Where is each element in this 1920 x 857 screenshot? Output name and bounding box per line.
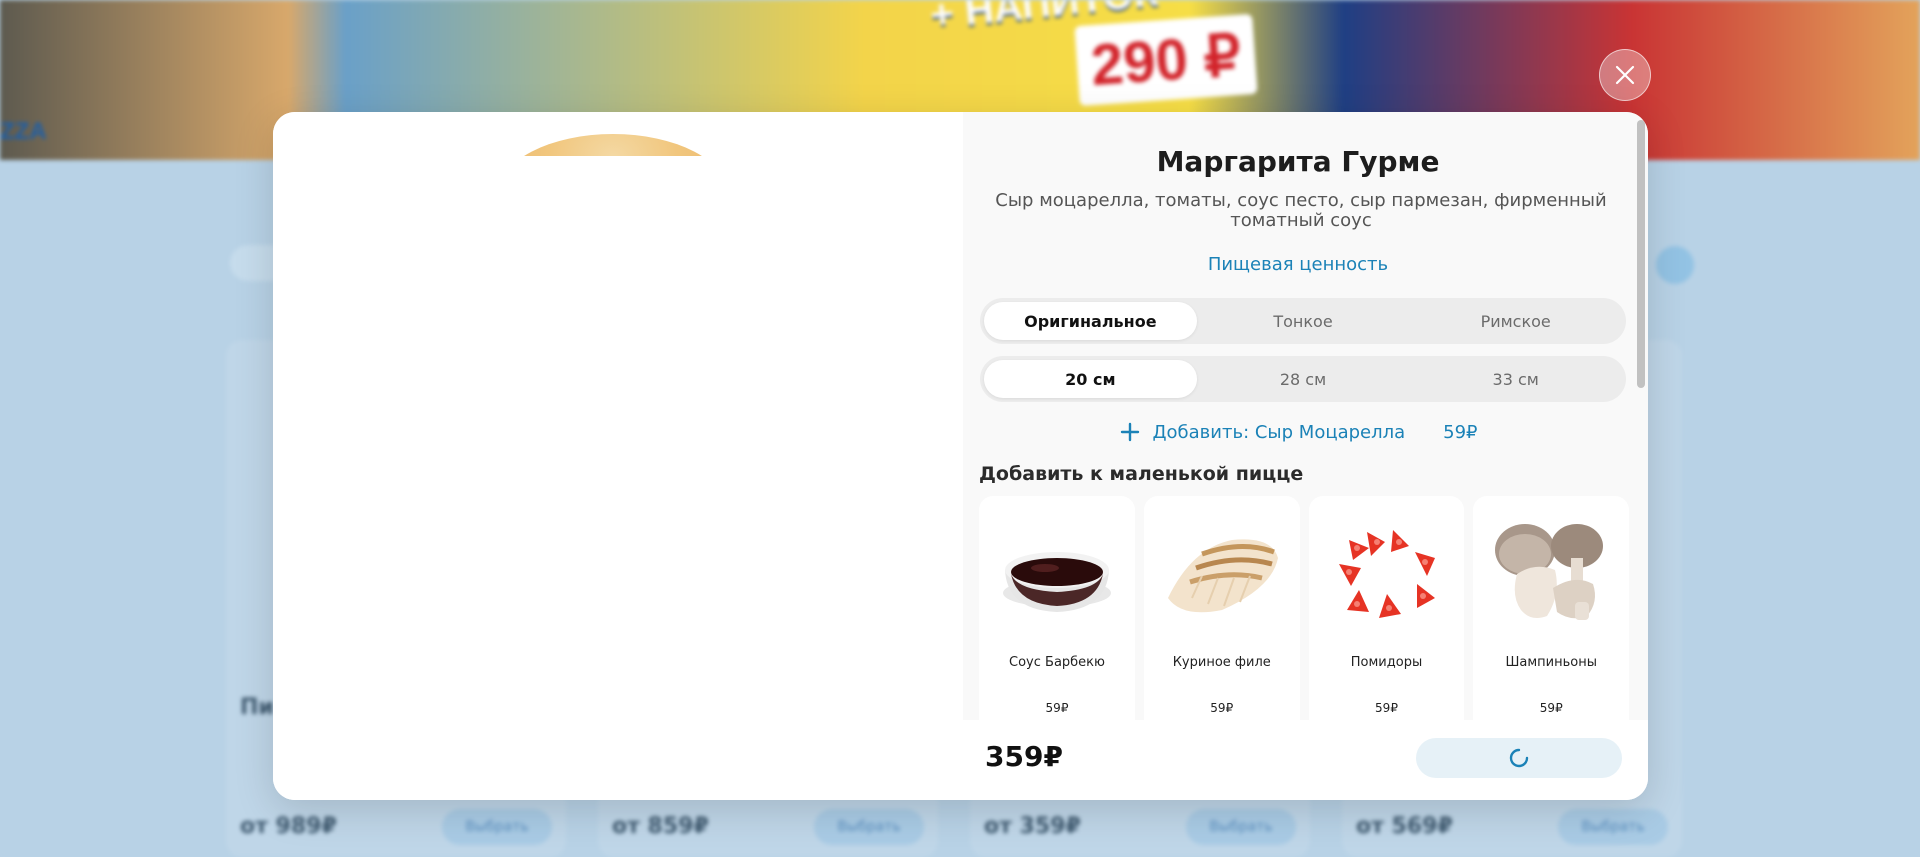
topping-name: Шампиньоны	[1505, 655, 1597, 670]
product-modal: Маргарита Гурме Сыр моцарелла, томаты, с…	[273, 112, 1648, 800]
dough-selector: Оригинальное Тонкое Римское	[980, 298, 1626, 344]
add-cheese-label: Добавить: Сыр Моцарелла	[1152, 421, 1406, 443]
chicken-image	[1167, 539, 1278, 613]
choose-button: Выбрать	[1186, 809, 1296, 845]
card-price: от 989₽	[240, 814, 337, 839]
product-description: Сыр моцарелла, томаты, соус песто, сыр п…	[995, 190, 1607, 231]
dough-option-original[interactable]: Оригинальное	[984, 302, 1197, 340]
scrollbar[interactable]	[1637, 120, 1645, 388]
toppings-heading: Добавить к маленькой пицце	[979, 463, 1304, 485]
topping-card[interactable]: Помидоры 59₽	[1308, 496, 1465, 720]
choose-button: Выбрать	[1558, 809, 1668, 845]
nutrition-link[interactable]: Пищевая ценность	[963, 254, 1633, 275]
tomato-image	[1338, 530, 1435, 618]
topping-price: 59₽	[1210, 701, 1234, 715]
product-options-panel: Маргарита Гурме Сыр моцарелла, томаты, с…	[963, 112, 1648, 800]
size-option-20[interactable]: 20 см	[984, 360, 1197, 398]
cart-circle-icon	[1656, 246, 1694, 284]
topping-price: 59₽	[1045, 701, 1069, 715]
choose-button: Выбрать	[814, 809, 924, 845]
plus-icon	[1121, 422, 1140, 442]
product-image-panel	[273, 112, 963, 800]
choose-button: Выбрать	[442, 809, 552, 845]
total-price: 359₽	[985, 740, 1063, 773]
topping-card[interactable]: Шампиньоны 59₽	[1473, 496, 1629, 720]
dough-option-thin[interactable]: Тонкое	[1197, 302, 1410, 340]
topping-card[interactable]: Куриное филе 59₽	[1143, 496, 1300, 720]
product-title: Маргарита Гурме	[1156, 145, 1440, 178]
card-title: Пи	[240, 695, 274, 720]
options-scroll-area[interactable]: Маргарита Гурме Сыр моцарелла, томаты, с…	[963, 112, 1633, 720]
topping-card[interactable]: Соус Барбекю 59₽	[979, 496, 1135, 720]
toppings-list: Соус Барбекю 59₽ Куриное филе 59₽ Помидо…	[979, 496, 1629, 720]
add-to-cart-button[interactable]	[1416, 738, 1622, 778]
topping-name: Помидоры	[1350, 655, 1423, 670]
card-price: от 359₽	[984, 814, 1081, 839]
close-icon	[1615, 65, 1635, 85]
spinner-icon	[1509, 748, 1529, 768]
topping-name: Соус Барбекю	[1009, 655, 1105, 670]
size-option-33[interactable]: 33 см	[1409, 360, 1622, 398]
card-price: от 569₽	[1356, 814, 1453, 839]
bbq-sauce-image	[1003, 552, 1111, 612]
topping-price: 59₽	[1539, 701, 1563, 715]
card-price: от 859₽	[612, 814, 709, 839]
close-button[interactable]	[1599, 49, 1651, 101]
add-cheese-price: 59₽	[1443, 421, 1478, 443]
topping-name: Куриное филе	[1172, 655, 1271, 670]
topping-price: 59₽	[1375, 701, 1398, 715]
size-option-28[interactable]: 28 см	[1197, 360, 1410, 398]
promo-price: 290 ₽	[1074, 13, 1258, 107]
modal-footer: 359₽	[963, 720, 1648, 800]
mushroom-image	[1495, 524, 1604, 620]
size-selector: 20 см 28 см 33 см	[980, 356, 1626, 402]
logo: ZZA	[0, 118, 47, 145]
dough-option-roman[interactable]: Римское	[1409, 302, 1622, 340]
add-cheese-button[interactable]: Добавить: Сыр Моцарелла 59₽	[963, 420, 1633, 444]
